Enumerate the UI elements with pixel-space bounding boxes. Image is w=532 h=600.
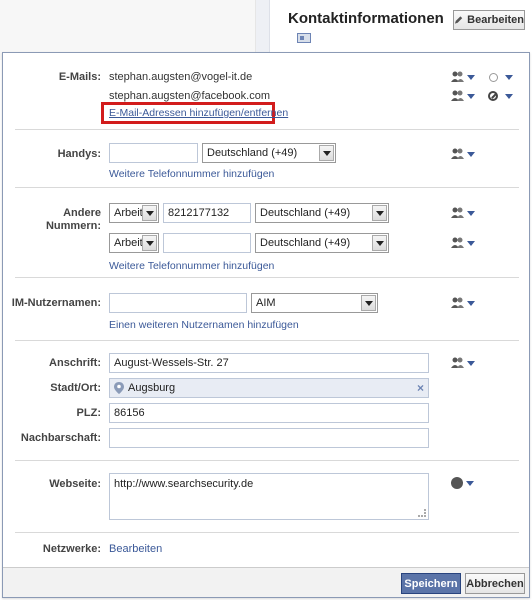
background-divider [256, 0, 270, 60]
networks-label: Netzwerke: [42, 543, 101, 555]
neighborhood-label: Nachbarschaft: [20, 432, 101, 444]
city-input[interactable]: Augsburg × [109, 378, 429, 398]
emails-label: E-Mails: [58, 71, 101, 83]
website-textarea[interactable]: http://www.searchsecurity.de [109, 473, 429, 520]
resize-handle-icon[interactable] [418, 509, 426, 517]
manage-emails-link[interactable]: E-Mail-Adressen hinzufügen/entfernen [109, 107, 288, 119]
chevron-down-icon [467, 301, 475, 306]
select-arrow-icon [361, 295, 376, 311]
chevron-down-icon [467, 241, 475, 246]
country-value: Deutschland (+49) [260, 207, 351, 219]
edit-contact-button[interactable]: Bearbeiten [453, 10, 525, 30]
other-number-country-select[interactable]: Deutschland (+49) [255, 233, 389, 253]
page-title: Kontaktinformationen [288, 10, 444, 27]
address-section: Anschrift: August-Wessels-Str. 27 Stadt/… [15, 341, 519, 461]
number-type-value: Arbeit [114, 207, 143, 219]
location-pin-icon [114, 382, 124, 394]
add-im-link[interactable]: Einen weiteren Nutzernamen hinzufügen [109, 319, 299, 331]
emails-section: E-Mails: stephan.augsten@vogel-it.de ste… [15, 53, 519, 130]
friends-icon [451, 357, 464, 368]
contact-card-icon [297, 33, 311, 43]
other-number-input[interactable] [163, 233, 251, 253]
visibility-circle-icon[interactable] [489, 73, 498, 82]
number-type-select[interactable]: Arbeit [109, 233, 159, 253]
friends-icon [451, 237, 464, 248]
select-arrow-icon [372, 235, 387, 251]
im-service-value: AIM [256, 297, 276, 309]
email-item: stephan.augsten@facebook.com [109, 90, 270, 102]
email-item: stephan.augsten@vogel-it.de [109, 71, 253, 83]
chevron-down-icon [467, 211, 475, 216]
email-privacy-selector[interactable] [451, 71, 477, 83]
chevron-down-icon [467, 75, 475, 80]
im-username-input[interactable] [109, 293, 247, 313]
chevron-down-icon [467, 152, 475, 157]
edit-networks-link[interactable]: Bearbeiten [109, 543, 162, 555]
cancel-button[interactable]: Abbrechen [465, 573, 525, 594]
website-section: Webseite: http://www.searchsecurity.de [15, 461, 519, 533]
other-number-country-select[interactable]: Deutschland (+49) [255, 203, 389, 223]
chevron-down-icon [467, 94, 475, 99]
chevron-down-icon[interactable] [505, 75, 513, 80]
website-value: http://www.searchsecurity.de [114, 478, 254, 490]
city-label: Stadt/Ort: [50, 382, 101, 394]
city-value: Augsburg [128, 382, 176, 394]
other-number-privacy-selector[interactable] [451, 207, 477, 219]
other-number-input[interactable]: 8212177132 [163, 203, 251, 223]
email-privacy-selector[interactable] [451, 90, 477, 102]
mobile-section: Handys: Deutschland (+49) Weitere Telefo… [15, 130, 519, 188]
background-right-column [270, 0, 532, 60]
friends-icon [451, 71, 464, 82]
add-phone-link[interactable]: Weitere Telefonnummer hinzufügen [109, 260, 274, 272]
neighborhood-input[interactable] [109, 428, 429, 448]
other-number-privacy-selector[interactable] [451, 237, 477, 249]
im-label: IM-Nutzernamen: [11, 297, 101, 309]
clear-icon[interactable]: × [417, 381, 424, 395]
im-privacy-selector[interactable] [451, 297, 477, 309]
mobile-number-input[interactable] [109, 143, 198, 163]
hidden-block-icon[interactable] [488, 91, 498, 101]
panel-footer: Speichern Abbrechen [3, 567, 529, 597]
add-phone-link[interactable]: Weitere Telefonnummer hinzufügen [109, 168, 274, 180]
street-label: Anschrift: [49, 357, 101, 369]
chevron-down-icon [467, 361, 475, 366]
other-numbers-section: Andere Nummern: Arbeit 8212177132 Deutsc… [15, 188, 519, 278]
globe-icon[interactable] [451, 477, 463, 489]
address-privacy-selector[interactable] [451, 357, 477, 369]
im-section: IM-Nutzernamen: AIM Einen weiteren Nutze… [12, 278, 519, 341]
zip-label: PLZ: [76, 407, 101, 419]
mobile-country-value: Deutschland (+49) [207, 147, 298, 159]
select-arrow-icon [142, 235, 157, 251]
number-type-value: Arbeit [114, 237, 143, 249]
edit-contact-label: Bearbeiten [467, 14, 524, 26]
save-button[interactable]: Speichern [401, 573, 461, 594]
mobile-country-select[interactable]: Deutschland (+49) [202, 143, 336, 163]
select-arrow-icon [319, 145, 334, 161]
chevron-down-icon[interactable] [505, 94, 513, 99]
number-type-select[interactable]: Arbeit [109, 203, 159, 223]
contact-edit-panel: E-Mails: stephan.augsten@vogel-it.de ste… [2, 52, 530, 598]
select-arrow-icon [142, 205, 157, 221]
mobile-label: Handys: [57, 148, 101, 160]
friends-icon [451, 297, 464, 308]
friends-icon [451, 148, 464, 159]
chevron-down-icon[interactable] [466, 481, 474, 486]
friends-icon [451, 207, 464, 218]
mobile-privacy-selector[interactable] [451, 148, 477, 160]
background-left-column [0, 0, 256, 60]
zip-input[interactable]: 86156 [109, 403, 429, 423]
im-service-select[interactable]: AIM [251, 293, 378, 313]
select-arrow-icon [372, 205, 387, 221]
pencil-icon [454, 16, 463, 24]
country-value: Deutschland (+49) [260, 237, 351, 249]
street-input[interactable]: August-Wessels-Str. 27 [109, 353, 429, 373]
other-numbers-label: Andere Nummern: [45, 207, 101, 232]
website-label: Webseite: [49, 478, 101, 490]
friends-icon [451, 90, 464, 101]
